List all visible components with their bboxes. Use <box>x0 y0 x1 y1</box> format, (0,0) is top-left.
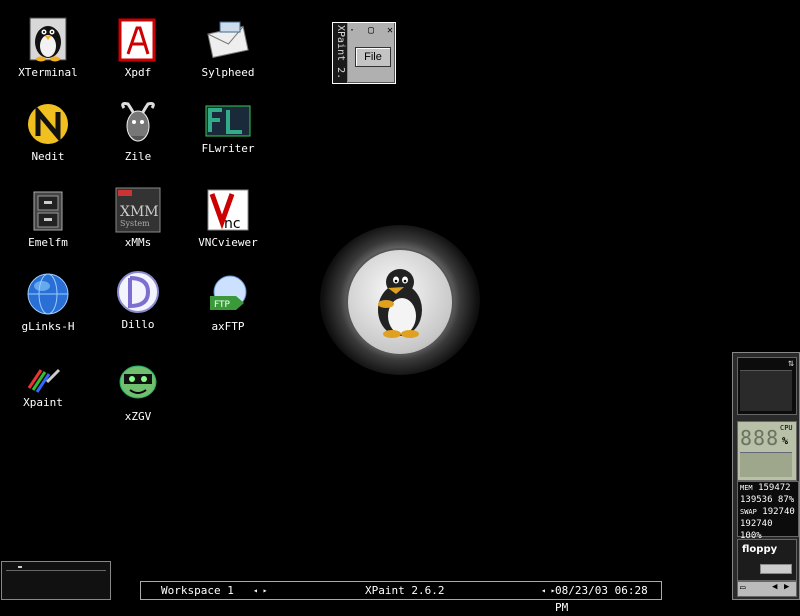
globe-icon <box>24 270 72 318</box>
cpu-graph <box>740 452 792 477</box>
close-icon[interactable]: ✕ <box>387 25 393 37</box>
desktop-icon-axftp[interactable]: FTP axFTP <box>188 270 268 333</box>
desktop-icon-label: gLinks-H <box>21 320 75 333</box>
penguin-icon <box>24 16 72 64</box>
mail-icon <box>204 16 252 64</box>
xzgv-icon <box>114 360 162 408</box>
window-switch-arrows[interactable]: ◂ ▸ <box>541 582 555 599</box>
xmms-icon: XMM System <box>114 186 162 234</box>
window-menu-icon[interactable]: · <box>349 25 355 37</box>
vnc-icon: nc <box>204 186 252 234</box>
floppy-label: floppy <box>742 544 778 555</box>
xpaint-window[interactable]: XPaint 2. · ▢ ✕ File <box>332 22 396 84</box>
scroll-right-icon[interactable]: ▶ <box>784 582 789 592</box>
cpu-monitor: 888 CPU % <box>737 421 797 481</box>
swap-row: SWAP 192740 <box>740 506 798 518</box>
workspace-label[interactable]: Workspace 1 <box>161 582 234 599</box>
desktop-icon-label: Nedit <box>31 150 65 163</box>
file-menu-button[interactable]: File <box>355 47 391 67</box>
desktop-icon-nedit[interactable]: Nedit <box>8 100 88 163</box>
nedit-icon <box>24 100 72 148</box>
paint-brush-icon <box>19 362 67 394</box>
cpu-digits: 888 <box>740 426 780 450</box>
desktop-icon-xzgv[interactable]: xZGV <box>98 360 178 423</box>
clock: 08/23/03 06:28 PM <box>555 584 648 614</box>
swap-value: 192740 <box>762 507 795 517</box>
dock-slot-preview <box>740 370 792 411</box>
desktop-icon-label: Sylpheed <box>201 66 255 79</box>
svg-text:XMM: XMM <box>120 204 159 220</box>
desktop-icon-label: Zile <box>124 150 152 163</box>
ftp-icon: FTP <box>204 270 252 318</box>
window-title: XPaint 2. <box>335 25 346 80</box>
pager-window-marker <box>18 566 22 568</box>
pdf-icon <box>114 16 162 64</box>
workspace-switch-arrows[interactable]: ◂ ▸ <box>253 582 267 599</box>
slider-icon[interactable]: ▭ <box>740 583 745 593</box>
resize-arrows-icon[interactable]: ⇅ <box>788 358 794 369</box>
cpu-percent: % <box>782 436 789 447</box>
penguin-icon <box>378 269 422 338</box>
mem-label: MEM <box>740 484 753 492</box>
cpu-label: CPU <box>780 424 793 432</box>
dillo-icon <box>114 268 162 316</box>
svg-text:System: System <box>120 219 150 228</box>
active-window-title[interactable]: XPaint 2.6.2 <box>365 582 444 599</box>
desktop-icon-label: VNCviewer <box>198 236 258 249</box>
desktop-icon-label: Emelfm <box>28 236 68 249</box>
desktop-icon-label: axFTP <box>211 320 245 333</box>
scroll-left-icon[interactable]: ◀ <box>772 582 777 592</box>
swap-label: SWAP <box>740 508 757 516</box>
desktop-icon-xpdf[interactable]: Xpdf <box>98 16 178 79</box>
desktop-icon-emelfm[interactable]: Emelfm <box>8 186 88 249</box>
desktop-icon-xmms[interactable]: XMM System xMMs <box>98 186 178 249</box>
dock-app-slot[interactable]: ⇅ <box>737 357 797 415</box>
desktop-icon-flwriter[interactable]: FLwriter <box>188 100 268 155</box>
desktop-icon-dillo[interactable]: Dillo <box>98 268 178 331</box>
mem-value: 159472 <box>758 483 791 493</box>
mem-row: MEM 159472 <box>740 482 798 494</box>
gnu-icon <box>114 100 162 148</box>
desktop-icon-glinks[interactable]: gLinks-H <box>8 270 88 333</box>
svg-text:FTP: FTP <box>214 300 231 310</box>
file-cabinet-icon <box>24 186 72 234</box>
desktop-icon-xterminal[interactable]: XTerminal <box>8 16 88 79</box>
desktop-icon-label: Xpdf <box>124 66 152 79</box>
penguin-logo <box>346 248 454 356</box>
desktop-icon-label: Dillo <box>121 318 155 331</box>
maximize-icon[interactable]: ▢ <box>368 25 374 37</box>
dock-panel: ⇅ 888 CPU % MEM 159472 139536 87% SWAP 1… <box>732 352 800 600</box>
taskbar: Workspace 1 ◂ ▸ XPaint 2.6.2 ◂ ▸ 08/23/0… <box>140 581 662 614</box>
pager-divider <box>6 570 106 571</box>
window-titlebar[interactable]: XPaint 2. <box>333 23 348 83</box>
desktop-icon-zile[interactable]: Zile <box>98 100 178 163</box>
desktop-icon-label: FLwriter <box>201 142 255 155</box>
desktop-icon-label: xMMs <box>124 236 152 249</box>
floppy-bar <box>760 564 792 574</box>
desktop-icon-label: XTerminal <box>18 66 78 79</box>
svg-text:nc: nc <box>224 216 241 232</box>
desktop-icon-label: xZGV <box>124 410 152 423</box>
window-controls: · ▢ ✕ <box>349 25 393 37</box>
desktop-icon-label: Xpaint <box>23 396 63 409</box>
memory-monitor: MEM 159472 139536 87% SWAP 192740 192740… <box>737 481 799 541</box>
mem-usage: 139536 87% <box>740 495 795 505</box>
dock-controls: ▭ ◀ ▶ <box>737 581 797 597</box>
desktop-icon-xpaint[interactable]: Xpaint <box>3 362 83 409</box>
desktop-icon-vncviewer[interactable]: nc VNCviewer <box>188 186 268 249</box>
floppy-mount[interactable]: floppy <box>737 539 797 581</box>
workspace-pager[interactable] <box>1 561 111 600</box>
desktop-icon-sylpheed[interactable]: Sylpheed <box>188 16 268 79</box>
flwriter-icon <box>204 100 252 140</box>
